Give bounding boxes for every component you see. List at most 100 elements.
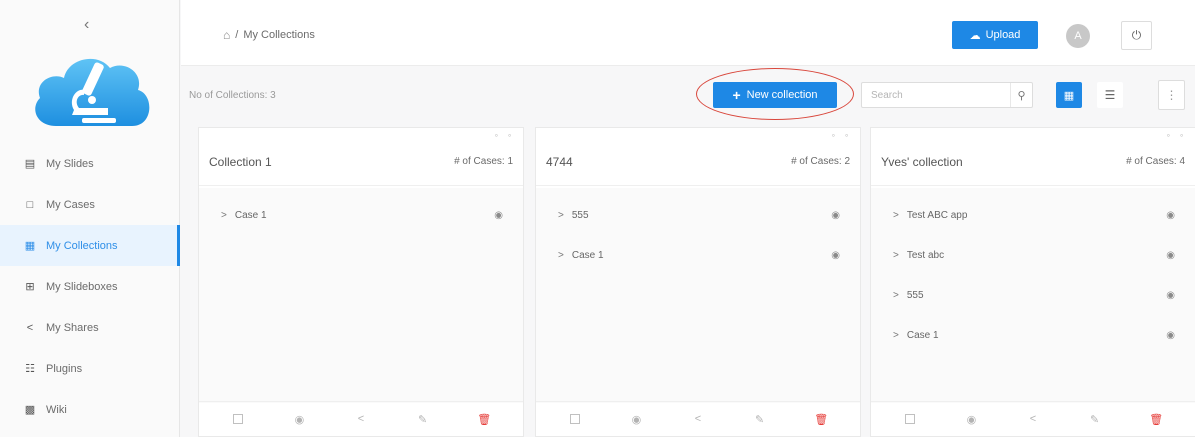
upload-icon: ☁ <box>969 29 981 42</box>
delete-icon[interactable]: 🗑 <box>806 413 836 426</box>
chevron-right-icon[interactable]: > <box>558 250 564 261</box>
list-view-icon[interactable]: ☰ <box>1097 82 1123 108</box>
breadcrumb-separator: / <box>235 29 239 41</box>
sidebar-item-label: My Slides <box>46 157 94 170</box>
plus-icon: + <box>732 87 741 103</box>
collections-icon: ▦ <box>24 240 36 252</box>
breadcrumb: ⌂ / My Collections <box>223 28 315 42</box>
wiki-icon: ▩ <box>24 404 36 416</box>
sidebar-item-label: My Collections <box>46 239 118 252</box>
case-name: 555 <box>906 289 924 301</box>
eye-icon[interactable]: ◉ <box>1166 250 1175 261</box>
case-count: # of Cases: 4 <box>1126 156 1185 167</box>
card-header: Yves' collection # of Cases: 4 <box>871 138 1195 186</box>
case-name: Case 1 <box>571 249 604 261</box>
upload-label: Upload <box>985 29 1021 41</box>
case-list: > Case 1 ◉ <box>199 188 523 403</box>
list-item[interactable]: > Case 1 ◉ <box>871 315 1195 355</box>
list-item[interactable]: >555 ◉ <box>871 275 1195 315</box>
eye-icon[interactable]: ◉ <box>831 210 840 221</box>
sidebar-item-label: My Slideboxes <box>46 280 118 293</box>
sidebar-item-plugins[interactable]: ☷ Plugins <box>0 348 180 389</box>
select-checkbox[interactable] <box>560 413 590 425</box>
breadcrumb-current: My Collections <box>243 29 315 41</box>
case-count: # of Cases: 1 <box>454 156 513 167</box>
sidebar: ‹ ▤ My Slides □ My Cases ▦ My Collection… <box>0 0 180 437</box>
search-icon[interactable]: ⚲ <box>1010 83 1032 107</box>
sidebar-item-my-shares[interactable]: < My Shares <box>0 307 180 348</box>
chevron-right-icon[interactable]: > <box>893 290 899 301</box>
home-icon[interactable]: ⌂ <box>223 28 230 42</box>
edit-icon[interactable]: ✎ <box>745 413 775 426</box>
card-header: Collection 1 # of Cases: 1 <box>199 138 523 186</box>
upload-button[interactable]: ☁ Upload <box>952 21 1038 49</box>
case-name: 555 <box>571 209 589 221</box>
top-bar: ⌂ / My Collections ☁ Upload A ⏻ <box>181 0 1195 66</box>
eye-icon[interactable]: ◉ <box>831 250 840 261</box>
folder-icon: □ <box>26 198 34 211</box>
edit-icon[interactable]: ✎ <box>1080 413 1110 426</box>
sidebar-nav: ▤ My Slides □ My Cases ▦ My Collections … <box>0 143 180 430</box>
chevron-right-icon[interactable]: > <box>893 250 899 261</box>
collection-card: ∘ ∘ Yves' collection # of Cases: 4 > Test… <box>870 127 1195 437</box>
case-name: Case 1 <box>234 209 267 221</box>
delete-icon[interactable]: 🗑 <box>1141 413 1171 426</box>
power-icon[interactable]: ⏻ <box>1121 21 1152 50</box>
share-icon[interactable]: < <box>346 413 376 425</box>
case-name: Test ABC app <box>906 209 968 221</box>
case-list: > Test ABC app ◉ > Test abc ◉ >555 ◉ > Case… <box>871 188 1195 403</box>
chevron-right-icon[interactable]: > <box>558 210 564 221</box>
sidebar-item-label: Wiki <box>46 403 67 416</box>
eye-icon[interactable]: ◉ <box>284 413 314 426</box>
eye-icon[interactable]: ◉ <box>956 413 986 426</box>
search-box: ⚲ <box>861 82 1033 108</box>
sidebar-item-my-slides[interactable]: ▤ My Slides <box>0 143 180 184</box>
sidebar-item-label: My Cases <box>46 198 95 211</box>
avatar[interactable]: A <box>1066 24 1090 48</box>
eye-icon[interactable]: ◉ <box>494 210 503 221</box>
select-checkbox[interactable] <box>223 413 253 425</box>
chevron-right-icon[interactable]: > <box>893 210 899 221</box>
share-icon[interactable]: < <box>1018 413 1048 425</box>
eye-icon[interactable]: ◉ <box>1166 290 1175 301</box>
select-checkbox[interactable] <box>895 413 925 425</box>
search-input[interactable] <box>862 89 1010 101</box>
sidebar-item-my-collections[interactable]: ▦ My Collections <box>0 225 180 266</box>
chevron-right-icon[interactable]: > <box>221 210 227 221</box>
new-collection-button[interactable]: + New collection <box>713 82 837 108</box>
share-icon: < <box>26 321 34 334</box>
slides-icon: ▤ <box>24 158 36 170</box>
card-footer: ◉ < ✎ 🗑 <box>536 401 860 436</box>
case-name: Case 1 <box>906 329 939 341</box>
list-item[interactable]: > Case 1 ◉ <box>199 195 523 235</box>
grid-view-icon[interactable]: ▦ <box>1056 82 1082 108</box>
collections-count: No of Collections: 3 <box>189 90 276 101</box>
collection-title[interactable]: 4744 <box>546 155 573 169</box>
card-header: 4744 # of Cases: 2 <box>536 138 860 186</box>
slidebox-icon: ⊞ <box>25 281 35 293</box>
list-item[interactable]: > Case 1 ◉ <box>536 235 860 275</box>
sidebar-item-wiki[interactable]: ▩ Wiki <box>0 389 180 430</box>
chevron-right-icon[interactable]: > <box>893 330 899 341</box>
new-collection-label: New collection <box>746 89 818 101</box>
card-footer: ◉ < ✎ 🗑 <box>871 401 1195 436</box>
eye-icon[interactable]: ◉ <box>1166 210 1175 221</box>
sidebar-item-my-cases[interactable]: □ My Cases <box>0 184 180 225</box>
list-item[interactable]: > Test abc ◉ <box>871 235 1195 275</box>
edit-icon[interactable]: ✎ <box>408 413 438 426</box>
sidebar-item-my-slideboxes[interactable]: ⊞ My Slideboxes <box>0 266 180 307</box>
collection-title[interactable]: Collection 1 <box>209 155 272 169</box>
chevron-left-icon[interactable]: ‹ <box>84 16 89 34</box>
more-options-icon[interactable]: ⋮ <box>1158 80 1185 110</box>
collection-title[interactable]: Yves' collection <box>881 155 963 169</box>
cloud-microscope-logo <box>35 58 150 126</box>
list-item[interactable]: > Test ABC app ◉ <box>871 195 1195 235</box>
delete-icon[interactable]: 🗑 <box>469 413 499 426</box>
share-icon[interactable]: < <box>683 413 713 425</box>
case-list: >555 ◉ > Case 1 ◉ <box>536 188 860 403</box>
eye-icon[interactable]: ◉ <box>1166 330 1175 341</box>
eye-icon[interactable]: ◉ <box>621 413 651 426</box>
sidebar-item-label: Plugins <box>46 362 83 375</box>
list-item[interactable]: >555 ◉ <box>536 195 860 235</box>
plugins-icon: ☷ <box>25 363 35 375</box>
